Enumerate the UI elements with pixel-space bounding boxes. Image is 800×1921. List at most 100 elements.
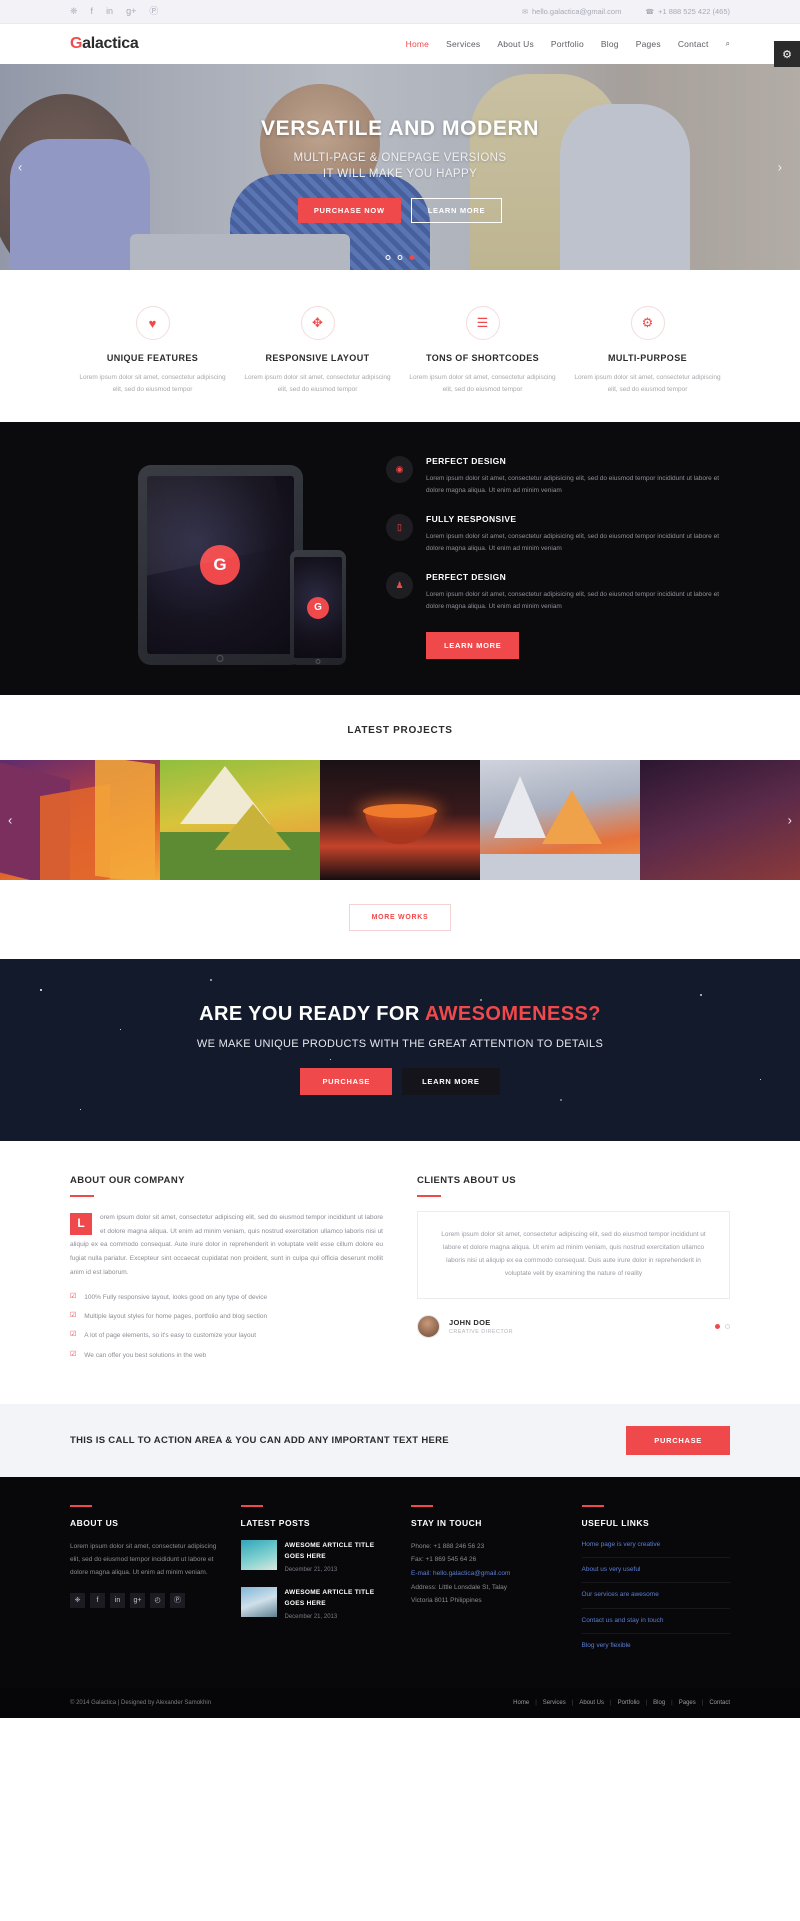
facebook-icon[interactable]: f — [90, 1592, 105, 1608]
cta-learn-more-button[interactable]: LEARN MORE — [402, 1068, 500, 1096]
main-nav: Home Services About Us Portfolio Blog Pa… — [406, 39, 730, 49]
top-email[interactable]: ✉ hello.galactica@gmail.com — [522, 7, 621, 16]
pinterest-icon[interactable]: Ⓟ — [170, 1592, 185, 1608]
testimonial-quote-box: Lorem ipsum dolor sit amet, consectetur … — [417, 1211, 730, 1300]
rss-icon[interactable]: ◴ — [150, 1592, 165, 1608]
hero-dot-3-active[interactable] — [409, 255, 415, 260]
top-social-list: ❈ f in g+ Ⓟ — [70, 7, 158, 16]
footer-link-services[interactable]: Our services are awesome — [581, 1590, 730, 1609]
twitter-icon[interactable]: ❈ — [70, 7, 78, 16]
cta-purchase-button[interactable]: PURCHASE — [300, 1068, 393, 1096]
project-canyon[interactable] — [0, 760, 160, 881]
settings-gear-button[interactable]: ⚙ — [774, 41, 800, 67]
footer-nav-pages[interactable]: Pages — [679, 1700, 696, 1706]
hero-subtitle-line-2: IT WILL MAKE YOU HAPPY — [322, 167, 478, 180]
more-works-button[interactable]: MORE WORKS — [348, 904, 452, 932]
nav-item-home[interactable]: Home — [406, 39, 429, 49]
project-crystal[interactable] — [480, 760, 640, 881]
nav-item-contact[interactable]: Contact — [678, 39, 709, 49]
google-plus-icon[interactable]: g+ — [130, 1592, 145, 1608]
footer-post-item[interactable]: AWESOME ARTICLE TITLE GOES HERE December… — [240, 1539, 390, 1573]
site-logo[interactable]: Galactica — [70, 35, 139, 53]
footer-post-item[interactable]: AWESOME ARTICLE TITLE GOES HERE December… — [240, 1586, 390, 1620]
footer-nav-home[interactable]: Home — [513, 1700, 529, 1706]
showcase-item-title: PERFECT DESIGN — [426, 455, 507, 466]
learn-more-button[interactable]: LEARN MORE — [410, 198, 503, 224]
footer-nav-about-us[interactable]: About Us — [579, 1700, 604, 1706]
hero-prev-arrow[interactable]: ‹ — [18, 160, 22, 175]
search-icon[interactable]: ⌕ — [726, 39, 730, 49]
phone-mockup: G — [290, 550, 346, 666]
logo-rest: alactica — [82, 35, 139, 52]
footer-address-line-1: Address: Little Lonsdale St, Talay — [411, 1583, 507, 1591]
footer-phone: Phone: +1 888 246 56 23 — [411, 1542, 485, 1550]
footer-link-blog[interactable]: Blog very flexible — [582, 1641, 731, 1658]
latest-projects-section: LATEST PROJECTS ‹ › MORE WORKS — [0, 695, 800, 960]
projects-next-arrow[interactable]: › — [788, 813, 792, 828]
feature-card-multi-purpose: ⚙ MULTI-PURPOSE Lorem ipsum dolor sit am… — [565, 306, 730, 396]
lines-list-icon: ☰ — [465, 306, 500, 340]
cta-bar-purchase-button[interactable]: PURCHASE — [626, 1425, 730, 1455]
project-volcano[interactable] — [320, 760, 480, 881]
footer-nav-blog[interactable]: Blog — [653, 1700, 665, 1706]
checkbox-icon: ☑ — [70, 1312, 77, 1320]
footer-nav-portfolio[interactable]: Portfolio — [618, 1700, 640, 1706]
author-name: JOHN DOE — [449, 1318, 491, 1328]
footer-link-home[interactable]: Home page is very creative — [581, 1540, 730, 1558]
hero-title: VERSATILE AND MODERN — [260, 116, 539, 140]
project-night[interactable] — [640, 760, 800, 881]
post-thumbnail — [240, 1539, 277, 1570]
projects-prev-arrow[interactable]: ‹ — [8, 813, 12, 828]
checklist-item: ☑ We can offer you best solutions in the… — [70, 1351, 383, 1360]
footer-nav: Home | Services | About Us | Portfolio |… — [513, 1700, 730, 1706]
footer-useful-links-column: USEFUL LINKS Home page is very creative … — [581, 1504, 731, 1666]
footer-email[interactable]: E-mail: hello.galactica@gmail.com — [411, 1567, 560, 1581]
footer-nav-services[interactable]: Services — [543, 1700, 566, 1706]
about-company-paragraph: Lorem ipsum dolor sit amet, consectetur … — [70, 1211, 383, 1279]
hero-subtitle: MULTI-PAGE & ONEPAGE VERSIONS IT WILL MA… — [294, 151, 507, 182]
hero-subtitle-line-1: MULTI-PAGE & ONEPAGE VERSIONS — [293, 151, 507, 164]
mobile-icon: ▯ — [386, 514, 413, 542]
footer-link-about[interactable]: About us very useful — [581, 1565, 730, 1584]
author-role: CREATIVE DIRECTOR — [449, 1329, 514, 1336]
project-mountains[interactable] — [160, 760, 320, 881]
post-title: AWESOME ARTICLE TITLE GOES HERE — [284, 1541, 375, 1560]
hero-dot-1[interactable] — [385, 255, 391, 260]
cta-subtext: WE MAKE UNIQUE PRODUCTS WITH THE GREAT A… — [196, 1038, 604, 1051]
twitter-icon[interactable]: ❈ — [70, 1592, 85, 1608]
features-section: ♥ UNIQUE FEATURES Lorem ipsum dolor sit … — [0, 270, 800, 423]
eye-icon: ◉ — [386, 455, 413, 483]
hero-next-arrow[interactable]: › — [778, 160, 782, 175]
google-plus-icon[interactable]: g+ — [126, 7, 136, 16]
expand-arrows-icon: ✥ — [300, 306, 335, 340]
purchase-now-button[interactable]: PURCHASE NOW — [297, 198, 401, 224]
footer-link-contact[interactable]: Contact us and stay in touch — [581, 1616, 730, 1635]
facebook-icon[interactable]: f — [91, 7, 94, 16]
top-phone[interactable]: ☎ +1 888 525 422 (465) — [645, 7, 730, 16]
footer-about-text: Lorem ipsum dolor sit amet, consectetur … — [70, 1542, 217, 1576]
hero-dot-2[interactable] — [397, 255, 403, 260]
nav-item-services[interactable]: Services — [446, 39, 480, 49]
nav-separator: | — [610, 1699, 612, 1706]
testimonial-dot-1-active[interactable] — [715, 1324, 720, 1330]
nav-item-pages[interactable]: Pages — [636, 39, 661, 49]
showcase-item-desc: Lorem ipsum dolor sit amet, consectetur … — [426, 591, 720, 611]
hero-slider-dots — [385, 255, 415, 260]
pinterest-icon[interactable]: Ⓟ — [149, 7, 158, 16]
linkedin-icon[interactable]: in — [106, 7, 113, 16]
post-thumbnail — [240, 1586, 277, 1617]
footer-address-line-2: Victoria 8011 Philippines — [411, 1597, 482, 1605]
testimonial-dot-2[interactable] — [725, 1324, 730, 1330]
phone-home-button — [315, 659, 321, 665]
showcase-learn-more-button[interactable]: LEARN MORE — [426, 632, 520, 660]
nav-item-portfolio[interactable]: Portfolio — [551, 39, 584, 49]
cta-heading-accent: AWESOMENESS? — [424, 1003, 601, 1026]
checkbox-icon: ☑ — [70, 1293, 77, 1301]
feature-title: TONS OF SHORTCODES — [425, 353, 540, 363]
footer-nav-contact[interactable]: Contact — [709, 1700, 730, 1706]
linkedin-icon[interactable]: in — [110, 1592, 125, 1608]
nav-separator: | — [671, 1699, 673, 1706]
nav-item-about-us[interactable]: About Us — [497, 39, 534, 49]
nav-item-blog[interactable]: Blog — [601, 39, 619, 49]
feature-card-responsive-layout: ✥ RESPONSIVE LAYOUT Lorem ipsum dolor si… — [235, 306, 400, 396]
